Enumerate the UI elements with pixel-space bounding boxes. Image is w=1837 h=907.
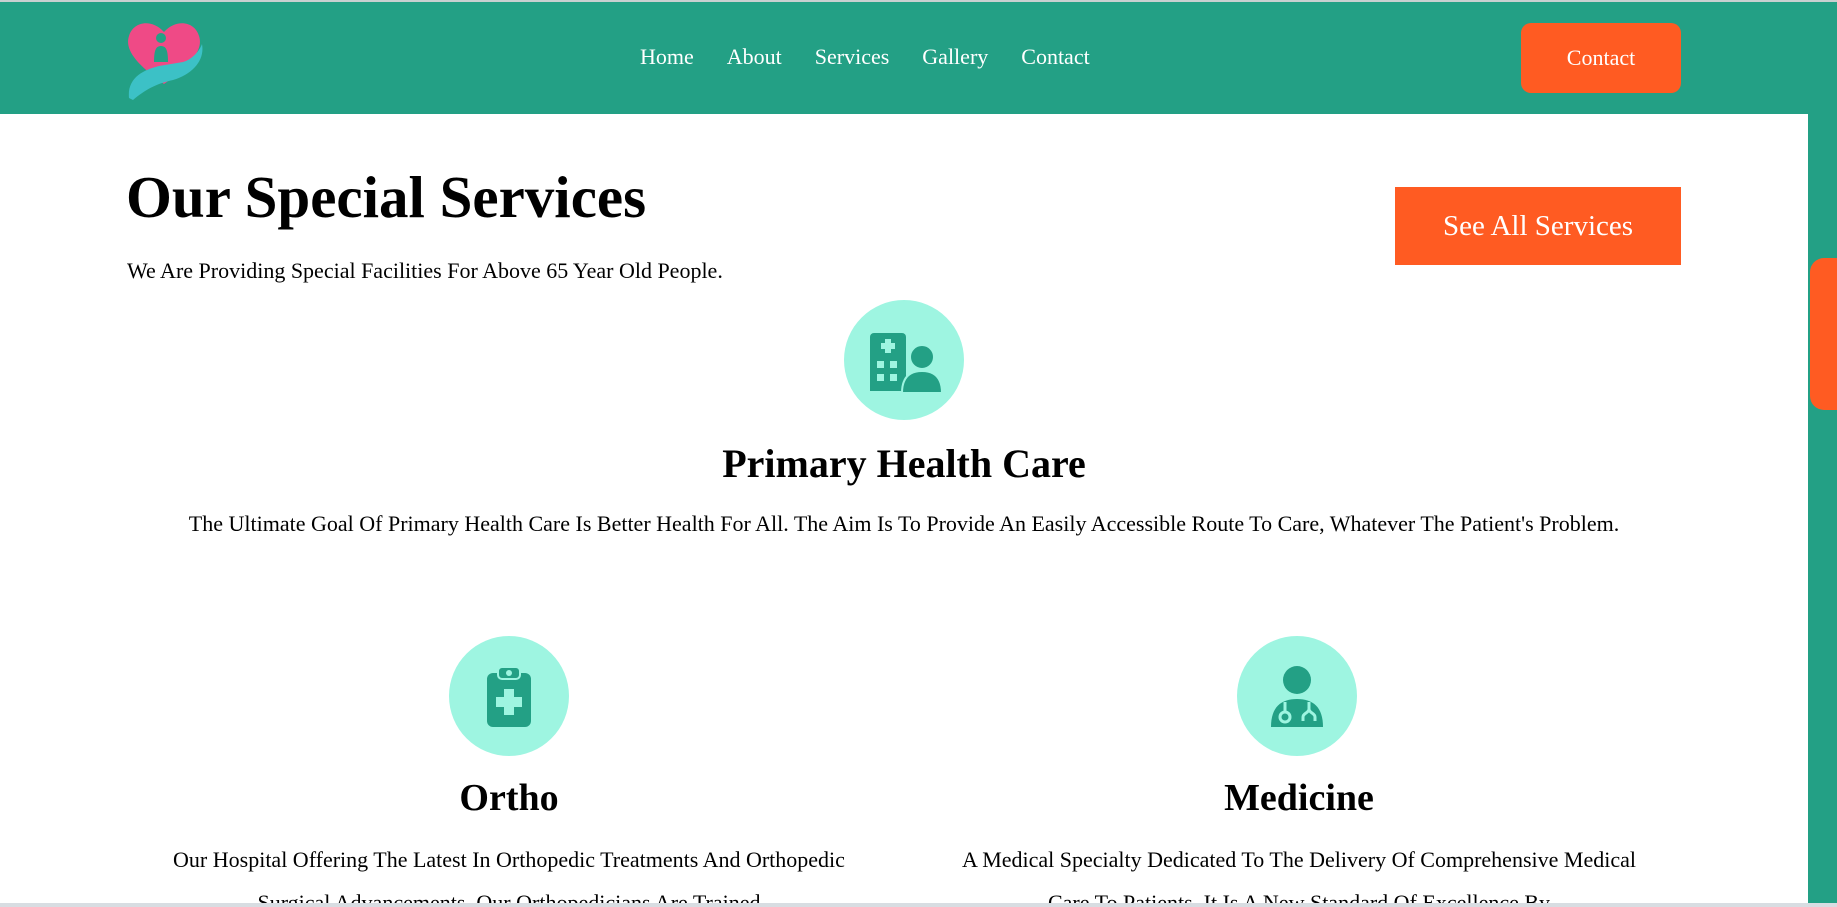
scrollbar-track[interactable] <box>1808 2 1837 904</box>
nav-home[interactable]: Home <box>640 44 694 70</box>
section-subtitle: We Are Providing Special Facilities For … <box>127 258 723 283</box>
card-title: Primary Health Care <box>722 441 1086 486</box>
card-description: Our Hospital Offering The Latest In Orth… <box>173 847 845 907</box>
card-description: A Medical Specialty Dedicated To The Del… <box>962 847 1636 907</box>
page: Home About Services Gallery Contact Cont… <box>0 0 1837 907</box>
nav-contact[interactable]: Contact <box>1021 44 1089 70</box>
card-title: Ortho <box>459 777 559 819</box>
bottom-border <box>0 903 1837 907</box>
nav-services[interactable]: Services <box>815 44 890 70</box>
scrollbar-thumb[interactable] <box>1810 258 1837 410</box>
clipboard-medical-icon <box>449 636 569 756</box>
nav-gallery[interactable]: Gallery <box>922 44 988 70</box>
card-title: Medicine <box>1224 777 1374 819</box>
nav-about[interactable]: About <box>727 44 782 70</box>
main-nav: Home About Services Gallery Contact <box>640 44 1090 70</box>
hospital-user-icon <box>844 300 964 420</box>
heart-in-hand-logo[interactable] <box>125 16 203 100</box>
contact-button[interactable]: Contact <box>1521 23 1681 93</box>
site-header: Home About Services Gallery Contact Cont… <box>0 2 1808 114</box>
section-title: Our Special Services <box>126 164 647 230</box>
see-all-services-button[interactable]: See All Services <box>1395 187 1681 265</box>
doctor-icon <box>1237 636 1357 756</box>
card-description: The Ultimate Goal Of Primary Health Care… <box>188 511 1620 536</box>
